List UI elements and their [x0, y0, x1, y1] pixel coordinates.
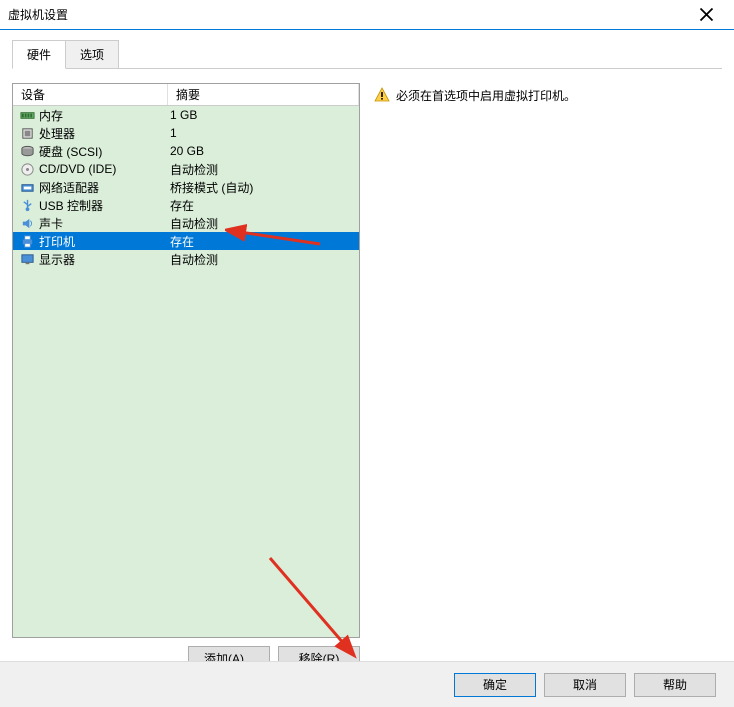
- sound-icon: [19, 215, 35, 231]
- tab-hardware[interactable]: 硬件: [12, 40, 66, 69]
- device-row[interactable]: 打印机存在: [13, 232, 359, 250]
- dialog-content: 硬件 选项 设备 摘要 内存1 GB处理器1硬盘 (SCSI)20 GBCD/D…: [0, 30, 734, 652]
- device-summary: 存在: [167, 233, 359, 250]
- device-name: 内存: [39, 107, 167, 124]
- cancel-button[interactable]: 取消: [544, 673, 626, 697]
- window-title: 虚拟机设置: [8, 6, 686, 23]
- cd-icon: [19, 161, 35, 177]
- device-name: 显示器: [39, 251, 167, 268]
- close-icon: [699, 7, 714, 22]
- device-summary: 1 GB: [167, 108, 359, 122]
- right-panel: 必须在首选项中启用虚拟打印机。: [374, 83, 722, 670]
- cpu-icon: [19, 125, 35, 141]
- usb-icon: [19, 197, 35, 213]
- device-name: 网络适配器: [39, 179, 167, 196]
- warning-text: 必须在首选项中启用虚拟打印机。: [396, 87, 576, 104]
- printer-icon: [19, 233, 35, 249]
- device-row[interactable]: USB 控制器存在: [13, 196, 359, 214]
- device-row[interactable]: 内存1 GB: [13, 106, 359, 124]
- titlebar: 虚拟机设置: [0, 0, 734, 30]
- tab-panel-hardware: 设备 摘要 内存1 GB处理器1硬盘 (SCSI)20 GBCD/DVD (ID…: [12, 69, 722, 670]
- disk-icon: [19, 143, 35, 159]
- device-name: USB 控制器: [39, 197, 167, 214]
- device-panel: 设备 摘要 内存1 GB处理器1硬盘 (SCSI)20 GBCD/DVD (ID…: [12, 83, 360, 670]
- device-row[interactable]: 网络适配器桥接模式 (自动): [13, 178, 359, 196]
- device-row[interactable]: 声卡自动检测: [13, 214, 359, 232]
- network-icon: [19, 179, 35, 195]
- tab-options-label: 选项: [80, 48, 104, 62]
- device-name: CD/DVD (IDE): [39, 162, 167, 176]
- device-name: 声卡: [39, 215, 167, 232]
- tab-hardware-label: 硬件: [27, 48, 51, 62]
- device-summary: 桥接模式 (自动): [167, 179, 359, 196]
- help-button[interactable]: 帮助: [634, 673, 716, 697]
- tab-options[interactable]: 选项: [65, 40, 119, 68]
- memory-icon: [19, 107, 35, 123]
- device-summary: 20 GB: [167, 144, 359, 158]
- device-summary: 自动检测: [167, 215, 359, 232]
- header-device[interactable]: 设备: [13, 84, 168, 105]
- device-row[interactable]: 处理器1: [13, 124, 359, 142]
- warning-icon: [374, 87, 390, 103]
- device-summary: 自动检测: [167, 161, 359, 178]
- list-header: 设备 摘要: [13, 84, 359, 106]
- device-row[interactable]: 显示器自动检测: [13, 250, 359, 268]
- device-summary: 存在: [167, 197, 359, 214]
- tab-bar: 硬件 选项: [12, 40, 722, 69]
- device-row[interactable]: CD/DVD (IDE)自动检测: [13, 160, 359, 178]
- device-name: 硬盘 (SCSI): [39, 143, 167, 160]
- ok-button[interactable]: 确定: [454, 673, 536, 697]
- device-summary: 1: [167, 126, 359, 140]
- device-row[interactable]: 硬盘 (SCSI)20 GB: [13, 142, 359, 160]
- warning-row: 必须在首选项中启用虚拟打印机。: [374, 87, 722, 104]
- device-name: 打印机: [39, 233, 167, 250]
- display-icon: [19, 251, 35, 267]
- device-list[interactable]: 设备 摘要 内存1 GB处理器1硬盘 (SCSI)20 GBCD/DVD (ID…: [12, 83, 360, 638]
- device-name: 处理器: [39, 125, 167, 142]
- footer: 确定 取消 帮助: [0, 661, 734, 707]
- close-button[interactable]: [686, 1, 726, 29]
- header-summary[interactable]: 摘要: [168, 84, 359, 105]
- device-summary: 自动检测: [167, 251, 359, 268]
